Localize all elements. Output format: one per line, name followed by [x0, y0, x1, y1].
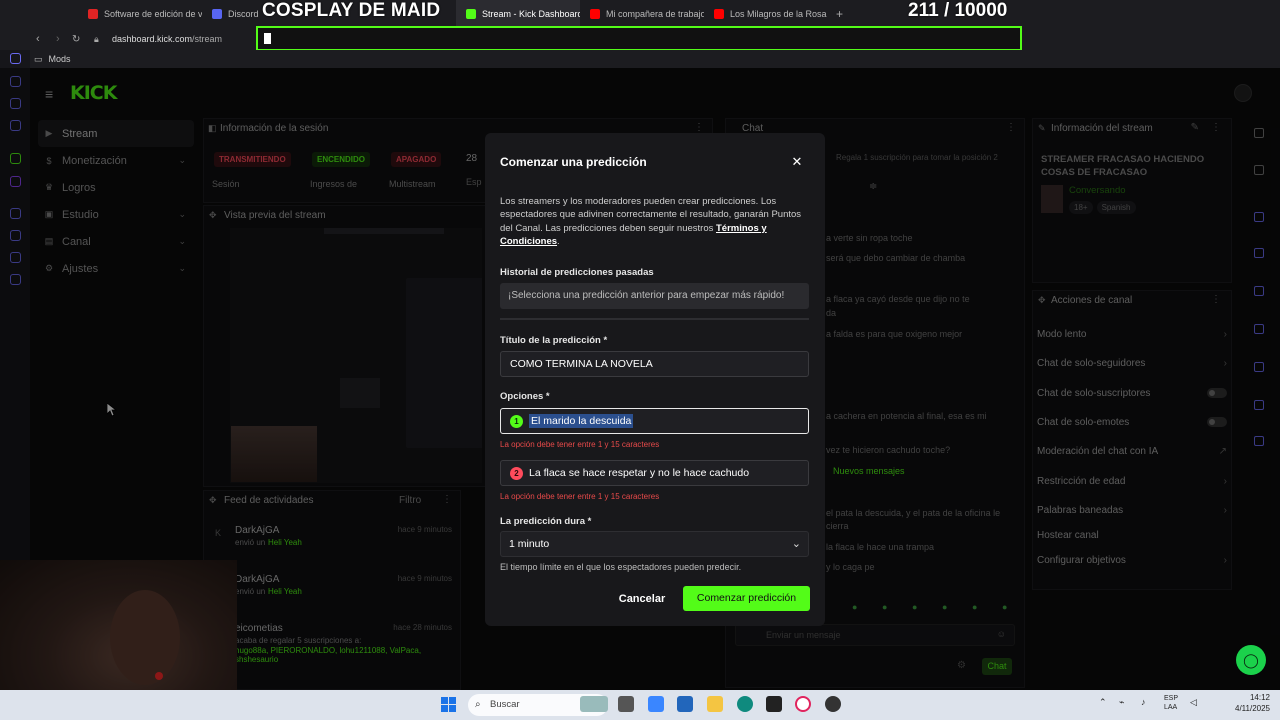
clock-date: 4/11/2025 [1235, 704, 1270, 713]
duration-help: El tiempo límite en el que los espectado… [500, 562, 742, 572]
tab-label: Stream - Kick Dashboard [482, 9, 580, 19]
chat-bubble-icon[interactable]: ◯ [1236, 645, 1266, 675]
language-code: ESP [1164, 695, 1179, 702]
browser-tabbar: Software de edición de vi Discord | # Stre… [0, 0, 1280, 28]
search-icon: ⌕ [475, 699, 481, 710]
overlay-goal-counter: 211 / 10000 [908, 0, 1007, 22]
option-2-error: La opción debe tener entre 1 y 15 caract… [500, 492, 660, 501]
modal-title: Comenzar una predicción [500, 155, 647, 169]
browser-tab[interactable]: Stream - Kick Dashboard [456, 0, 580, 28]
taskbar-clock[interactable]: 14:12 4/11/2025 [1214, 692, 1270, 714]
overlay-title: COSPLAY DE MAID [262, 0, 441, 21]
reload-icon[interactable]: ↻ [72, 34, 80, 45]
copilot-icon[interactable] [648, 696, 664, 712]
language-indicator[interactable]: ESP LAA [1164, 694, 1178, 712]
lock-icon: 🔒︎ [94, 33, 99, 44]
history-select[interactable]: ¡Selecciona una predicción anterior para… [500, 283, 809, 309]
bookmark-mods[interactable]: Mods [49, 54, 71, 64]
tabbar-left-controls [0, 0, 78, 28]
tab-label: Mi compañera de trabajo [606, 9, 704, 19]
clock-time: 14:12 [1249, 693, 1270, 702]
tab-label: Los Milagros de la Rosa P [730, 9, 828, 19]
overlay-text-box [256, 26, 1022, 51]
chevron-up-icon[interactable]: ⌃ [1099, 697, 1107, 708]
browser-tab[interactable]: Los Milagros de la Rosa P [704, 0, 828, 28]
taskview-icon[interactable] [618, 696, 634, 712]
url-host: dashboard.kick.com [112, 34, 193, 44]
history-label: Historial de predicciones pasadas [500, 267, 654, 278]
cancel-button[interactable]: Cancelar [609, 587, 675, 611]
duration-value: 1 minuto [509, 538, 550, 550]
options-label: Opciones * [500, 391, 550, 402]
network-icon[interactable]: ⌁ [1119, 697, 1124, 708]
new-tab-icon[interactable]: + [836, 7, 843, 21]
overlay-goal: / 10000 [943, 0, 1008, 21]
file-explorer-icon[interactable] [707, 696, 723, 712]
back-icon[interactable]: ‹ [36, 33, 40, 45]
capcut-icon[interactable] [766, 696, 782, 712]
bookmarks-bar: ▭ Mods [0, 50, 1280, 68]
keyboard-layout: LAA [1164, 704, 1178, 711]
tab-favicon-icon [212, 9, 222, 19]
screen: Software de edición de vi Discord | # Stre… [0, 0, 1280, 720]
forward-icon[interactable]: › [56, 33, 60, 45]
start-prediction-button[interactable]: Comenzar predicción [683, 586, 810, 611]
text-cursor [264, 33, 271, 44]
browser-tab[interactable]: Mi compañera de trabajo [580, 0, 704, 28]
prediction-modal: Comenzar una predicción ✕ Los streamers … [485, 133, 825, 626]
prediction-title-input[interactable]: COMO TERMINA LA NOVELA [500, 351, 809, 377]
duration-select[interactable]: 1 minuto ⌄ [500, 531, 809, 557]
opera-icon[interactable] [795, 696, 811, 712]
duration-label: La predicción dura * [500, 516, 592, 527]
mic-icon[interactable]: ♪ [1141, 697, 1146, 707]
option-1-input[interactable]: 1 El marido la descuida [500, 408, 809, 434]
windows-start-icon[interactable] [441, 697, 456, 712]
tab-favicon-icon [466, 9, 476, 19]
browser-tab[interactable]: Discord | # [202, 0, 260, 28]
chevron-down-icon: ⌄ [791, 538, 801, 550]
tab-favicon-icon [590, 9, 600, 19]
url-text[interactable]: dashboard.kick.com/stream [112, 34, 222, 44]
edge-icon[interactable] [737, 696, 753, 712]
close-icon[interactable]: ✕ [790, 154, 804, 170]
folder-icon: ▭ [34, 53, 43, 64]
title-label: Título de la predicción * [500, 335, 608, 346]
modal-description: Los streamers y los moderadores pueden c… [500, 195, 805, 249]
obs-icon[interactable] [825, 696, 841, 712]
tab-label: Software de edición de vi [104, 9, 202, 19]
calculator-icon[interactable] [677, 696, 693, 712]
tab-list: Software de edición de vi Discord | # Stre… [78, 0, 828, 28]
taskbar-search-placeholder: Buscar [490, 699, 520, 710]
option-2-value: La flaca se hace respetar y no le hace c… [529, 467, 750, 479]
terms-period: . [557, 236, 560, 248]
option-2-input[interactable]: 2 La flaca se hace respetar y no le hace … [500, 460, 809, 486]
windows-taskbar [0, 690, 1280, 720]
option-1-value: El marido la descuida [529, 414, 634, 428]
overlay-count: 211 [908, 0, 939, 21]
tab-label: Discord | # [228, 9, 260, 19]
tab-favicon-icon [88, 9, 98, 19]
sidebar-app-icon[interactable] [10, 53, 21, 64]
search-highlight-icon [580, 696, 608, 712]
tab-favicon-icon [714, 9, 724, 19]
url-path: /stream [192, 34, 223, 44]
browser-tab[interactable]: Software de edición de vi [78, 0, 202, 28]
option-1-number-badge: 1 [510, 414, 523, 428]
volume-icon[interactable]: ◁ [1190, 697, 1197, 708]
option-1-error: La opción debe tener entre 1 y 15 caract… [500, 440, 660, 449]
section-divider [500, 318, 809, 320]
option-2-number-badge: 2 [510, 466, 523, 480]
